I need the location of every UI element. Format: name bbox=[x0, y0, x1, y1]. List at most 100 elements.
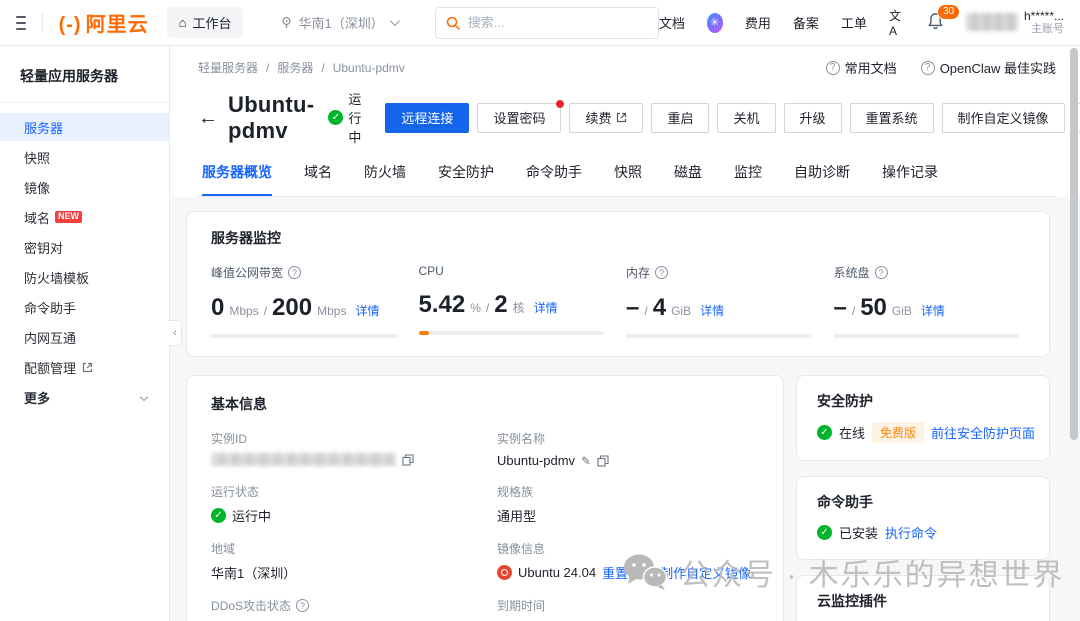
nav-billing[interactable]: 费用 bbox=[745, 13, 771, 32]
breadcrumb-item-current: Ubuntu-pdmv bbox=[333, 61, 405, 75]
remote-connect-button[interactable]: 远程连接 bbox=[385, 103, 469, 133]
common-docs-link[interactable]: ?常用文档 bbox=[826, 58, 897, 77]
reset-system-link[interactable]: 重置系统 bbox=[602, 563, 654, 582]
tab-command-assistant[interactable]: 命令助手 bbox=[526, 162, 582, 196]
search-icon bbox=[446, 16, 460, 30]
account-menu[interactable]: h*****... 主账号 bbox=[966, 9, 1064, 37]
back-arrow-icon[interactable]: ← bbox=[198, 108, 218, 128]
create-custom-image-link[interactable]: 制作自定义镜像 bbox=[660, 563, 751, 582]
memory-detail-link[interactable]: 详情 bbox=[700, 302, 724, 319]
hamburger-icon[interactable] bbox=[16, 16, 26, 30]
field-image-info: 镜像信息 Ubuntu 24.04 重置系统 制作自定义镜像 bbox=[497, 540, 759, 582]
tab-disks[interactable]: 磁盘 bbox=[674, 162, 702, 196]
redacted-instance-id bbox=[211, 453, 396, 466]
cpu-detail-link[interactable]: 详情 bbox=[534, 299, 558, 316]
upgrade-button[interactable]: 升级 bbox=[784, 103, 842, 133]
tab-security[interactable]: 安全防护 bbox=[438, 162, 494, 196]
scrollbar-thumb[interactable] bbox=[1070, 48, 1078, 440]
command-assistant-card: 命令助手 ✓ 已安装 执行命令 bbox=[796, 476, 1050, 560]
account-type: 主账号 bbox=[1031, 23, 1064, 36]
language-icon[interactable]: 文A bbox=[889, 7, 905, 39]
sidebar-item-servers[interactable]: 服务器 bbox=[0, 113, 169, 141]
aliyun-logo-mark: (-) bbox=[59, 14, 82, 37]
copy-icon[interactable] bbox=[402, 454, 414, 466]
sidebar: 轻量应用服务器 服务器 快照 镜像 域名 NEW 密钥对 防火墙模板 命令助手 … bbox=[0, 46, 170, 621]
breadcrumb: 轻量服务器 / 服务器 / Ubuntu-pdmv ?常用文档 ?OpenCla… bbox=[198, 58, 1056, 77]
sidebar-item-domains[interactable]: 域名 NEW bbox=[0, 203, 169, 231]
page-title: Ubuntu-pdmv bbox=[228, 92, 314, 144]
breadcrumb-item[interactable]: 服务器 bbox=[277, 59, 313, 76]
run-command-link[interactable]: 执行命令 bbox=[885, 523, 937, 542]
metric-memory: 内存? – / 4GiB 详情 bbox=[626, 264, 826, 338]
create-custom-image-button[interactable]: 制作自定义镜像 bbox=[942, 103, 1065, 133]
ubuntu-icon bbox=[497, 565, 512, 580]
sidebar-item-quota[interactable]: 配额管理 bbox=[0, 353, 169, 381]
sidebar-item-more[interactable]: 更多 bbox=[0, 383, 169, 411]
security-page-link[interactable]: 前往安全防护页面 bbox=[931, 423, 1035, 442]
tab-domains[interactable]: 域名 bbox=[304, 162, 332, 196]
renew-button[interactable]: 续费 bbox=[569, 103, 643, 133]
help-icon[interactable]: ? bbox=[655, 266, 668, 279]
tab-operation-log[interactable]: 操作记录 bbox=[882, 162, 938, 196]
basic-info-title: 基本信息 bbox=[211, 394, 759, 414]
sidebar-collapse-handle[interactable]: ‹ bbox=[169, 320, 182, 346]
region-selector[interactable]: 华南1（深圳） bbox=[281, 13, 396, 32]
external-link-icon bbox=[82, 362, 93, 373]
nav-icp[interactable]: 备案 bbox=[793, 13, 819, 32]
tab-monitoring[interactable]: 监控 bbox=[734, 162, 762, 196]
check-icon: ✓ bbox=[211, 508, 226, 523]
notifications-button[interactable]: 30 bbox=[927, 12, 944, 33]
field-instance-name: 实例名称 Ubuntu-pdmv ✎ bbox=[497, 430, 759, 468]
aliyun-logo-text: 阿里云 bbox=[86, 8, 149, 37]
field-run-status: 运行状态 ✓运行中 bbox=[211, 483, 473, 525]
shutdown-button[interactable]: 关机 bbox=[717, 103, 775, 133]
running-status: ✓ 运行中 bbox=[328, 89, 361, 146]
sidebar-item-keypairs[interactable]: 密钥对 bbox=[0, 233, 169, 261]
bandwidth-detail-link[interactable]: 详情 bbox=[355, 302, 379, 319]
sidebar-title: 轻量应用服务器 bbox=[0, 46, 169, 102]
sidebar-item-images[interactable]: 镜像 bbox=[0, 173, 169, 201]
avatar bbox=[966, 13, 1018, 31]
location-icon bbox=[281, 16, 292, 29]
best-practice-link[interactable]: ?OpenClaw 最佳实践 bbox=[921, 58, 1056, 77]
scrollbar[interactable] bbox=[1070, 48, 1078, 618]
server-monitor-card: 服务器监控 峰值公网带宽? 0Mbps / 200Mbps 详情 CPU 5.4… bbox=[186, 211, 1050, 357]
ai-assistant-icon[interactable]: ✳ bbox=[707, 13, 723, 33]
search-input[interactable] bbox=[468, 15, 648, 30]
cpu-progress bbox=[419, 331, 429, 335]
tab-snapshots[interactable]: 快照 bbox=[614, 162, 642, 196]
disk-detail-link[interactable]: 详情 bbox=[921, 302, 945, 319]
copy-icon[interactable] bbox=[597, 455, 609, 467]
nav-tickets[interactable]: 工单 bbox=[841, 13, 867, 32]
tab-firewall[interactable]: 防火墙 bbox=[364, 162, 406, 196]
tab-bar: 服务器概览 域名 防火墙 安全防护 命令助手 快照 磁盘 监控 自助诊断 操作记… bbox=[198, 162, 1056, 197]
tab-diagnosis[interactable]: 自助诊断 bbox=[794, 162, 850, 196]
check-icon: ✓ bbox=[817, 525, 832, 540]
breadcrumb-item[interactable]: 轻量服务器 bbox=[198, 59, 258, 76]
notification-badge: 30 bbox=[937, 4, 960, 20]
reset-system-button[interactable]: 重置系统 bbox=[850, 103, 934, 133]
restart-button[interactable]: 重启 bbox=[651, 103, 709, 133]
sidebar-item-snapshots[interactable]: 快照 bbox=[0, 143, 169, 171]
field-ddos-status: DDoS攻击状态? 正常更多信息 bbox=[211, 597, 473, 621]
chevron-down-icon bbox=[140, 393, 148, 401]
edit-icon[interactable]: ✎ bbox=[581, 454, 591, 468]
aliyun-logo[interactable]: (-) 阿里云 bbox=[59, 8, 149, 37]
help-icon: ? bbox=[921, 61, 935, 75]
sidebar-item-firewall-templates[interactable]: 防火墙模板 bbox=[0, 263, 169, 291]
sidebar-item-private-network[interactable]: 内网互通 bbox=[0, 323, 169, 351]
monitor-card-title: 服务器监控 bbox=[211, 228, 1033, 248]
tab-server-overview[interactable]: 服务器概览 bbox=[202, 162, 272, 196]
search-box[interactable] bbox=[435, 7, 659, 39]
alert-dot bbox=[556, 100, 564, 108]
help-icon[interactable]: ? bbox=[296, 599, 309, 612]
check-icon: ✓ bbox=[817, 425, 832, 440]
sidebar-item-command-assistant[interactable]: 命令助手 bbox=[0, 293, 169, 321]
help-icon[interactable]: ? bbox=[288, 266, 301, 279]
workbench-button[interactable]: ⌂ 工作台 bbox=[167, 7, 244, 38]
help-icon[interactable]: ? bbox=[875, 266, 888, 279]
nav-docs[interactable]: 文档 bbox=[659, 13, 685, 32]
set-password-button[interactable]: 设置密码 bbox=[477, 103, 561, 133]
home-icon: ⌂ bbox=[179, 15, 187, 30]
field-region: 地域 华南1（深圳） bbox=[211, 540, 473, 582]
